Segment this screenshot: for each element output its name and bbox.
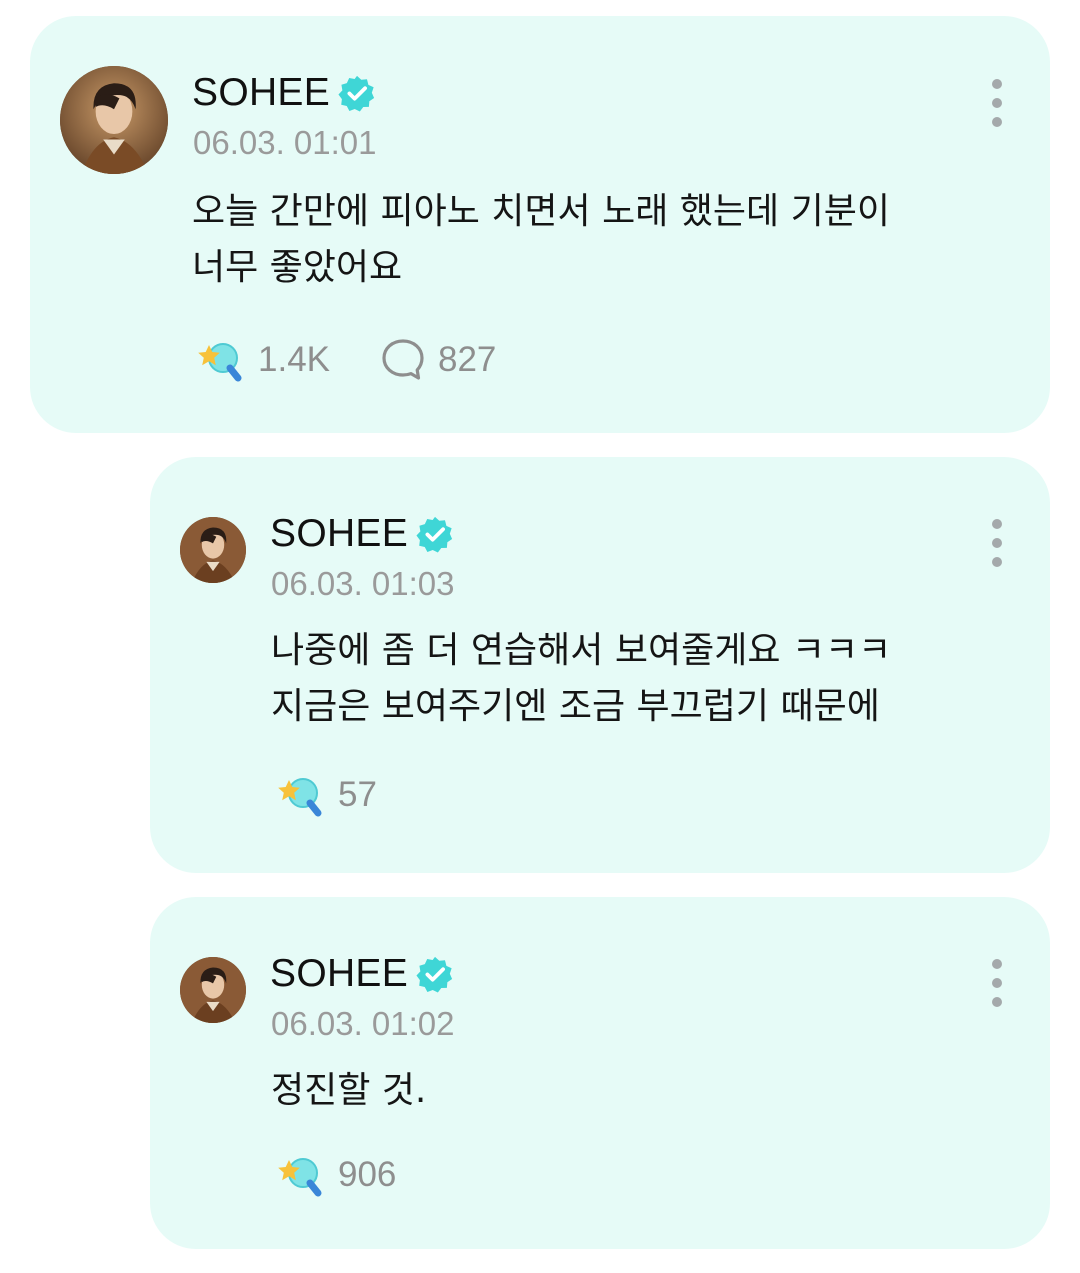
post-stats: 1.4K 827 (194, 334, 496, 386)
author-name[interactable]: SOHEE (270, 952, 408, 996)
comment-icon[interactable] (380, 337, 426, 383)
more-icon[interactable] (990, 79, 1004, 129)
more-icon[interactable] (990, 959, 1004, 1009)
reaction-count: 906 (338, 1155, 397, 1194)
reply-stats: 906 (274, 1149, 396, 1201)
avatar-photo (60, 66, 168, 174)
post-header: SOHEE (192, 71, 376, 115)
reply-stats: 57 (274, 769, 377, 821)
reaction-icon[interactable] (274, 769, 326, 821)
avatar[interactable] (60, 66, 168, 174)
reply-card[interactable]: SOHEE 06.03. 01:02 정진할 것. 906 (150, 897, 1050, 1249)
verified-icon (416, 516, 453, 553)
post-text: 오늘 간만에 피아노 치면서 노래 했는데 기분이 너무 좋았어요 (192, 191, 890, 288)
verified-icon (416, 956, 453, 993)
author-name[interactable]: SOHEE (192, 71, 330, 115)
post-timestamp: 06.03. 01:01 (193, 124, 377, 161)
reaction-count: 57 (338, 775, 377, 814)
reply-header: SOHEE (270, 512, 454, 556)
reply-text: 정진할 것. (271, 1070, 427, 1111)
reaction-icon[interactable] (274, 1149, 326, 1201)
avatar[interactable] (180, 957, 246, 1023)
reply-text: 나중에 좀 더 연습해서 보여줄게요 ㅋㅋㅋ 지금은 보여주기엔 조금 부끄럽기… (271, 630, 892, 727)
avatar[interactable] (180, 517, 246, 583)
reaction-count: 1.4K (258, 340, 330, 379)
more-icon[interactable] (990, 519, 1004, 569)
author-name[interactable]: SOHEE (270, 512, 408, 556)
reply-timestamp: 06.03. 01:03 (271, 565, 455, 602)
avatar-photo (180, 957, 246, 1023)
reply-header: SOHEE (270, 952, 454, 996)
comment-count: 827 (438, 340, 497, 379)
reaction-icon[interactable] (194, 334, 246, 386)
reply-timestamp: 06.03. 01:02 (271, 1005, 455, 1042)
reply-card[interactable]: SOHEE 06.03. 01:03 나중에 좀 더 연습해서 보여줄게요 ㅋㅋ… (150, 457, 1050, 873)
verified-icon (338, 75, 375, 112)
avatar-photo (180, 517, 246, 583)
post-card[interactable]: SOHEE 06.03. 01:01 오늘 간만에 피아노 치면서 노래 했는데… (30, 16, 1050, 433)
